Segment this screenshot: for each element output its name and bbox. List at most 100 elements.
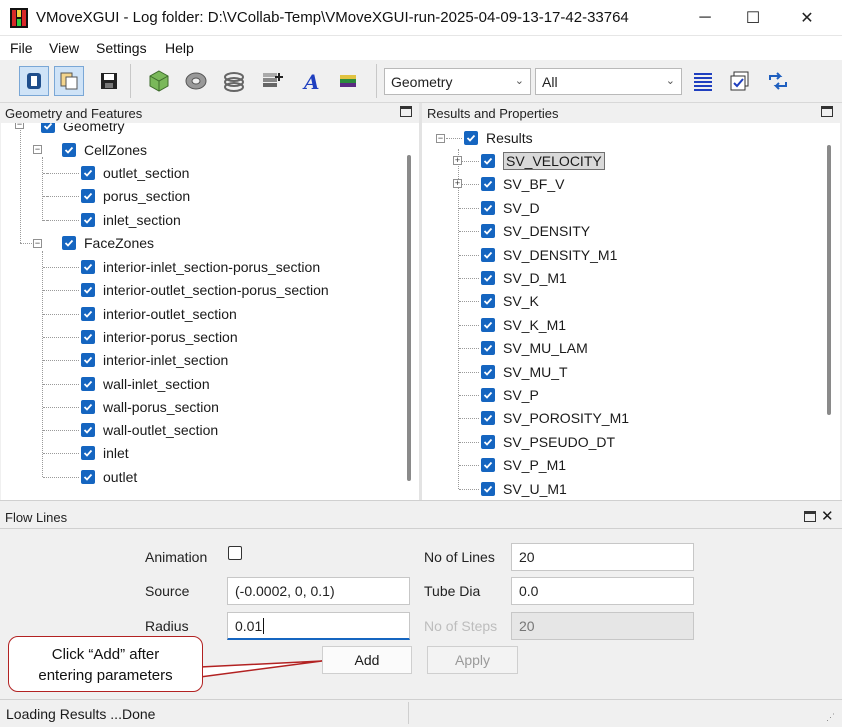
source-input[interactable]: (-0.0002, 0, 0.1) [227, 577, 410, 605]
sync-button[interactable] [763, 66, 793, 96]
tree-item[interactable]: SV_DENSITY_M1 [481, 245, 617, 265]
checkbox-checked-icon[interactable] [81, 189, 95, 204]
checkbox-checked-icon[interactable] [41, 123, 55, 133]
add-button[interactable]: Add [322, 646, 412, 674]
tree-item[interactable]: SV_D_M1 [481, 268, 567, 288]
checkbox-checked-icon[interactable] [481, 317, 495, 332]
expand-icon[interactable]: + [453, 179, 462, 189]
animation-checkbox[interactable] [228, 546, 242, 560]
checkbox-checked-icon[interactable] [481, 177, 495, 192]
checkbox-checked-icon[interactable] [481, 411, 495, 426]
checkbox-checked-icon[interactable] [481, 200, 495, 215]
check-all-button[interactable] [725, 66, 755, 96]
menu-file[interactable]: File [10, 40, 33, 56]
tree-item[interactable]: interior-outlet_section-porus_section [81, 280, 329, 300]
tree-root-results[interactable]: Results [464, 128, 533, 148]
checkbox-checked-icon[interactable] [481, 247, 495, 262]
checkbox-checked-icon[interactable] [81, 469, 95, 484]
checkbox-checked-icon[interactable] [81, 423, 95, 438]
tree-item[interactable]: SV_MU_LAM [481, 338, 588, 358]
tree-item[interactable]: SV_D [481, 198, 540, 218]
tree-item[interactable]: interior-outlet_section [81, 304, 237, 324]
tree-item[interactable]: SV_K [481, 291, 539, 311]
layers-tool-button[interactable] [257, 66, 287, 96]
checkbox-checked-icon[interactable] [481, 224, 495, 239]
tree-node-facezones[interactable]: FaceZones [62, 233, 154, 253]
geometry-tool-button[interactable] [144, 66, 174, 96]
maximize-button[interactable]: ☐ [730, 0, 776, 36]
checkbox-checked-icon[interactable] [481, 388, 495, 402]
tree-item[interactable]: SV_U_M1 [481, 479, 567, 499]
menu-help[interactable]: Help [165, 40, 194, 56]
tree-item[interactable]: SV_BF_V [481, 174, 564, 194]
checkbox-checked-icon[interactable] [481, 294, 495, 309]
tree-item[interactable]: SV_K_M1 [481, 315, 566, 335]
tree-node-cellzones[interactable]: CellZones [62, 140, 147, 160]
tree-item[interactable]: porus_section [81, 186, 190, 206]
checkbox-checked-icon[interactable] [481, 458, 495, 473]
horizontal-splitter[interactable] [0, 500, 842, 506]
checkbox-checked-icon[interactable] [81, 376, 95, 391]
tree-item[interactable]: inlet_section [81, 210, 181, 230]
open-file-button[interactable] [19, 66, 49, 96]
checkbox-checked-icon[interactable] [81, 399, 95, 414]
flow-lines-close-icon[interactable]: ✕ [821, 507, 834, 525]
menu-settings[interactable]: Settings [96, 40, 147, 56]
tree-item[interactable]: interior-inlet_section [81, 350, 228, 370]
tree-item[interactable]: SV_P [481, 385, 539, 405]
tube-input[interactable]: 0.0 [511, 577, 694, 605]
right-panel-float-icon[interactable] [821, 106, 833, 117]
minimize-button[interactable]: ─ [682, 0, 728, 36]
tree-item[interactable]: inlet [81, 443, 129, 463]
checkbox-checked-icon[interactable] [81, 212, 95, 227]
right-scrollbar[interactable] [827, 145, 831, 415]
checkbox-checked-icon[interactable] [62, 236, 76, 250]
geometry-select[interactable]: Geometry ⌄ [384, 68, 531, 95]
tree-item[interactable]: interior-inlet_section-porus_section [81, 257, 320, 277]
tree-item[interactable]: SV_DENSITY [481, 221, 590, 241]
tree-item[interactable]: SV_MU_T [481, 362, 568, 382]
checkbox-checked-icon[interactable] [481, 341, 495, 356]
collapse-icon[interactable]: − [15, 123, 24, 129]
tree-item[interactable]: SV_VELOCITY [481, 151, 605, 171]
checkbox-checked-icon[interactable] [81, 329, 95, 344]
collapse-icon[interactable]: − [436, 134, 445, 143]
checkbox-checked-icon[interactable] [81, 260, 95, 274]
collapse-icon[interactable]: − [33, 145, 42, 154]
checkbox-checked-icon[interactable] [62, 143, 76, 157]
tree-item[interactable]: SV_PSEUDO_DT [481, 432, 615, 452]
tree-item[interactable]: interior-porus_section [81, 327, 238, 347]
checkbox-checked-icon[interactable] [81, 283, 95, 298]
checkbox-checked-icon[interactable] [481, 364, 495, 379]
save-button[interactable] [94, 66, 124, 96]
left-scrollbar[interactable] [407, 155, 411, 481]
copy-button[interactable] [54, 66, 84, 96]
close-button[interactable]: ✕ [784, 0, 830, 36]
checkbox-checked-icon[interactable] [81, 353, 95, 368]
flow-lines-float-icon[interactable] [804, 511, 816, 522]
lines-input[interactable]: 20 [511, 543, 694, 571]
checkbox-checked-icon[interactable] [481, 154, 495, 168]
expand-icon[interactable]: + [453, 156, 462, 165]
checkbox-checked-icon[interactable] [481, 481, 495, 496]
checkbox-checked-icon[interactable] [81, 446, 95, 461]
tree-root-geometry[interactable]: Geometry [41, 123, 124, 136]
collapse-icon[interactable]: − [33, 239, 42, 248]
tree-item[interactable]: outlet [81, 467, 137, 487]
tree-item[interactable]: wall-porus_section [81, 397, 219, 417]
list-view-button[interactable] [688, 66, 718, 96]
tree-item[interactable]: wall-inlet_section [81, 374, 210, 394]
checkbox-checked-icon[interactable] [464, 131, 478, 145]
filter-select[interactable]: All ⌄ [535, 68, 682, 95]
checkbox-checked-icon[interactable] [481, 434, 495, 449]
section-tool-button[interactable] [181, 66, 211, 96]
left-panel-float-icon[interactable] [400, 106, 412, 117]
tree-item[interactable]: SV_P_M1 [481, 455, 566, 475]
stack-tool-button[interactable] [333, 66, 363, 96]
resize-grip-icon[interactable]: ⋰ [826, 712, 835, 723]
contours-tool-button[interactable] [219, 66, 249, 96]
tree-item[interactable]: outlet_section [81, 163, 189, 183]
menu-view[interactable]: View [49, 40, 79, 56]
tree-item[interactable]: wall-outlet_section [81, 420, 218, 440]
radius-input[interactable]: 0.01 [227, 612, 410, 640]
